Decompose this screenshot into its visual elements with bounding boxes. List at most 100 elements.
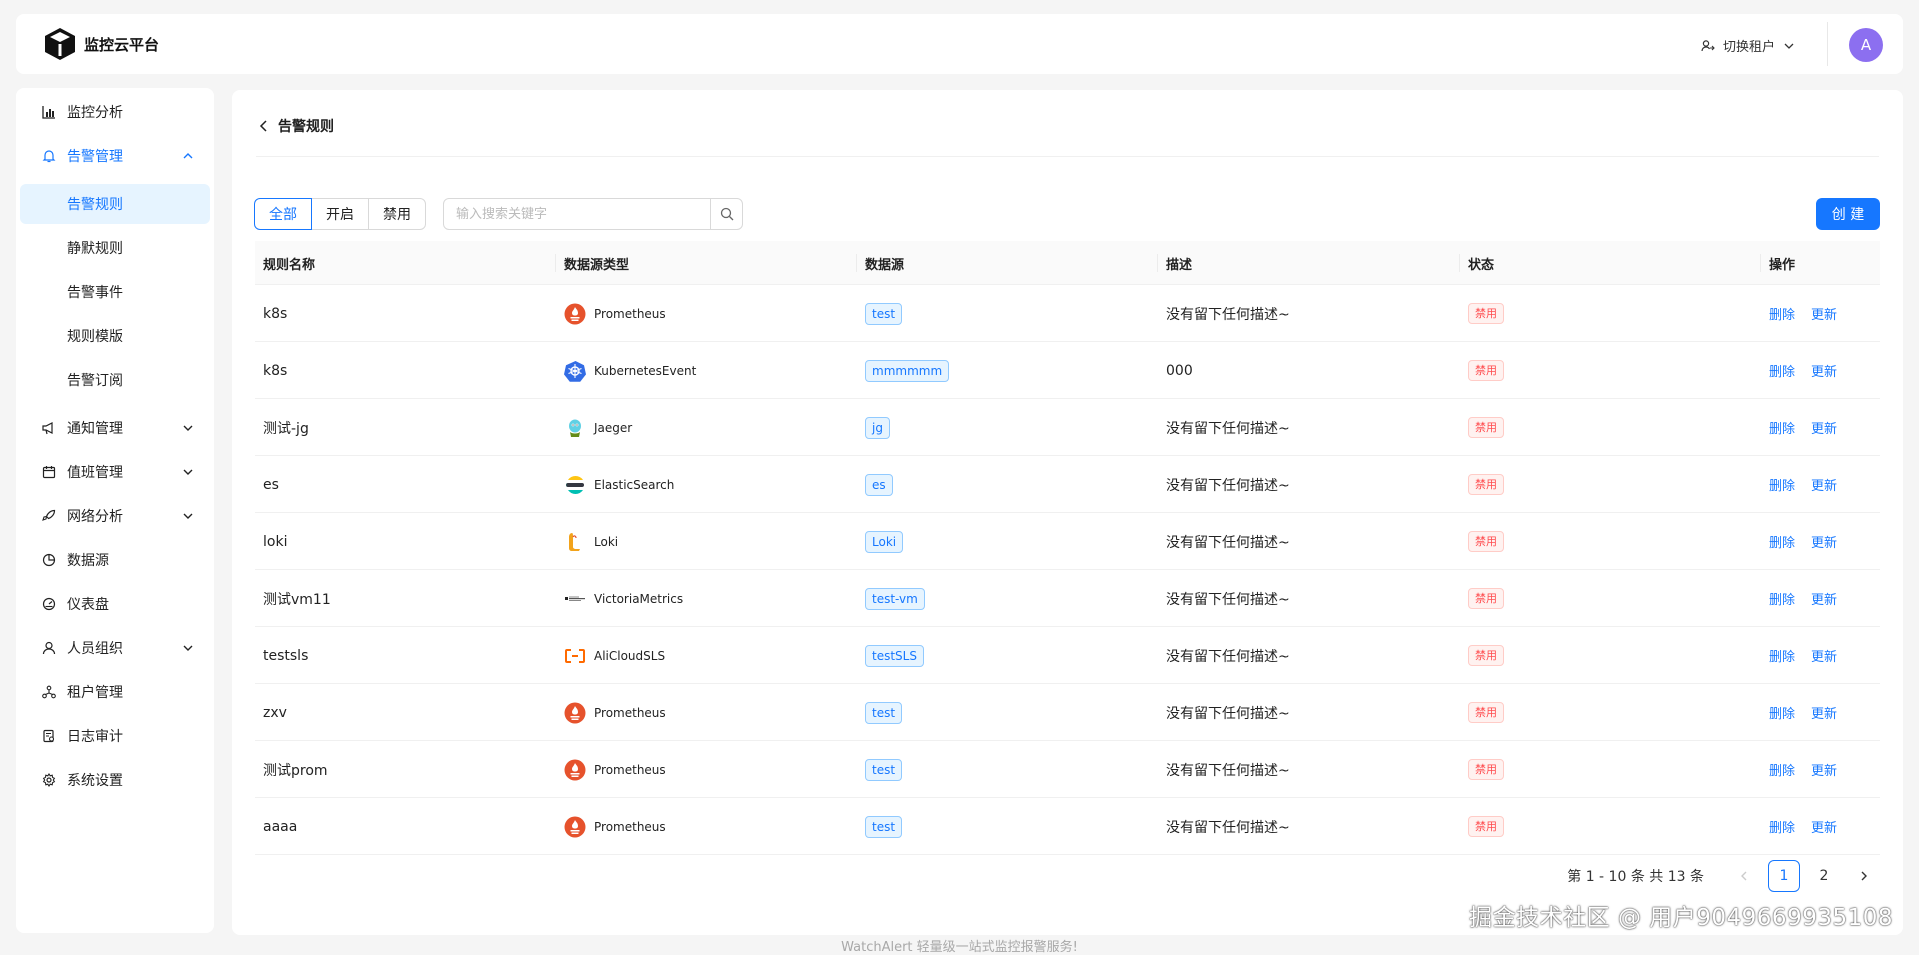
rule-name-cell: k8s [263,362,288,379]
sidebar-item-network-analysis[interactable]: 网络分析 [16,498,214,534]
update-button[interactable]: 更新 [1811,304,1837,323]
delete-button[interactable]: 删除 [1769,475,1795,494]
search-input[interactable] [444,199,710,229]
sidebar-subitem-silence-rules[interactable]: 静默规则 [67,230,123,266]
table-header: 规则名称 数据源类型 数据源 描述 状态 操作 [255,241,1880,285]
update-button[interactable]: 更新 [1811,418,1837,437]
datasource-cell: test [865,798,903,855]
page-title: 告警规则 [278,119,334,135]
actions-cell: 删除 更新 [1769,570,1853,627]
delete-button[interactable]: 删除 [1769,703,1795,722]
table-row: zxv Prometheus test 没有留下任何描述~ 禁用 删除 更新 [255,684,1880,741]
delete-button[interactable]: 删除 [1769,817,1795,836]
ds-type-label: AliCloudSLS [594,648,666,663]
sidebar-item-duty-management[interactable]: 值班管理 [16,454,214,490]
next-page-button[interactable] [1848,860,1880,892]
ds-type-label: Prometheus [594,705,666,720]
description-cell: 没有留下任何描述~ [1166,762,1290,779]
update-button[interactable]: 更新 [1811,475,1837,494]
table-row: 测试vm11 VictoriaMetrics test-vm 没有留下任何描述~ 禁用 删… [255,570,1880,627]
user-icon [42,641,56,655]
datasource-cell: test [865,285,903,342]
column-separator [1459,254,1460,272]
datasource-tag: es [865,473,893,496]
delete-button[interactable]: 删除 [1769,418,1795,437]
elasticsearch-icon [564,474,586,496]
status-badge: 禁用 [1468,474,1504,495]
app-logo[interactable]: 监控云平台 [42,26,159,62]
sidebar-item-system-settings[interactable]: 系统设置 [16,762,214,798]
avatar[interactable]: A [1849,28,1883,62]
ds-type-label: KubernetesEvent [594,363,697,378]
sidebar-subitem-rule-templates[interactable]: 规则模版 [67,318,123,354]
actions-cell: 删除 更新 [1769,684,1853,741]
delete-button[interactable]: 删除 [1769,589,1795,608]
column-separator [1157,254,1158,272]
update-button[interactable]: 更新 [1811,532,1837,551]
table-row: k8s Prometheus test 没有留下任何描述~ 禁用 删除 更新 [255,285,1880,342]
create-button[interactable]: 创 建 [1816,198,1880,230]
column-header-actions: 操作 [1769,257,1796,273]
datasource-cell: test-vm [865,570,925,627]
status-badge: 禁用 [1468,588,1504,609]
status-badge: 禁用 [1468,531,1504,552]
page-2-button[interactable]: 2 [1808,860,1840,892]
page-header[interactable]: 告警规则 [258,116,334,136]
search-button[interactable] [710,199,742,229]
victoriametrics-icon [564,588,586,610]
status-badge: 禁用 [1468,303,1504,324]
filter-disabled[interactable]: 禁用 [368,198,426,230]
sidebar-item-datasource[interactable]: 数据源 [16,542,214,578]
filter-enabled[interactable]: 开启 [311,198,369,230]
tenant-switch-label: 切换租户 [1722,40,1775,55]
update-button[interactable]: 更新 [1811,817,1837,836]
rule-name-cell: 测试vm11 [263,591,331,608]
delete-button[interactable]: 删除 [1769,361,1795,380]
description-cell: 没有留下任何描述~ [1166,591,1290,608]
ds-type-cell: Jaeger [564,399,632,456]
status-badge: 禁用 [1468,645,1504,666]
tenant-switcher[interactable]: 切换租户 [1701,36,1795,55]
audit-icon [42,729,56,743]
sidebar-item-people-org[interactable]: 人员组织 [16,630,214,666]
delete-button[interactable]: 删除 [1769,532,1795,551]
delete-button[interactable]: 删除 [1769,304,1795,323]
search-icon [720,207,733,221]
actions-cell: 删除 更新 [1769,741,1853,798]
sidebar-item-notify-management[interactable]: 通知管理 [16,410,214,446]
rule-name-cell: 测试prom [263,762,328,779]
update-button[interactable]: 更新 [1811,589,1837,608]
sidebar-item-audit-log[interactable]: 日志审计 [16,718,214,754]
sidebar-item-monitor-analysis[interactable]: 监控分析 [16,94,214,130]
page-1-button[interactable]: 1 [1768,860,1800,892]
sidebar-item-tenant-management[interactable]: 租户管理 [16,674,214,710]
status-filter[interactable]: 全部 开启 禁用 [254,198,426,230]
sidebar-subitem-alert-subscriptions[interactable]: 告警订阅 [67,362,123,398]
status-badge: 禁用 [1468,816,1504,837]
delete-button[interactable]: 删除 [1769,760,1795,779]
sidebar-item-alert-management[interactable]: 告警管理 [16,138,214,174]
prev-page-button[interactable] [1728,860,1760,892]
description-cell: 没有留下任何描述~ [1166,420,1290,437]
sidebar-item-label: 通知管理 [67,421,123,437]
sidebar-subitem-alert-rules[interactable]: 告警规则 [67,186,123,222]
update-button[interactable]: 更新 [1811,760,1837,779]
update-button[interactable]: 更新 [1811,703,1837,722]
rule-name-cell: aaaa [263,818,298,835]
datasource-tag: mmmmmm [865,359,950,382]
ds-type-cell: ElasticSearch [564,456,674,513]
cluster-icon [42,685,56,699]
sidebar-subitem-alert-events[interactable]: 告警事件 [67,274,123,310]
filter-all[interactable]: 全部 [254,198,312,230]
update-button[interactable]: 更新 [1811,646,1837,665]
update-button[interactable]: 更新 [1811,361,1837,380]
chevron-down-icon [183,469,193,475]
status-cell: 禁用 [1468,399,1504,456]
sidebar-item-label: 监控分析 [67,105,123,121]
rule-name-cell: testsls [263,647,309,664]
delete-button[interactable]: 删除 [1769,646,1795,665]
sidebar-item-dashboard[interactable]: 仪表盘 [16,586,214,622]
back-arrow-icon[interactable] [258,119,270,133]
datasource-cell: mmmmmm [865,342,950,399]
ds-type-label: Prometheus [594,762,666,777]
